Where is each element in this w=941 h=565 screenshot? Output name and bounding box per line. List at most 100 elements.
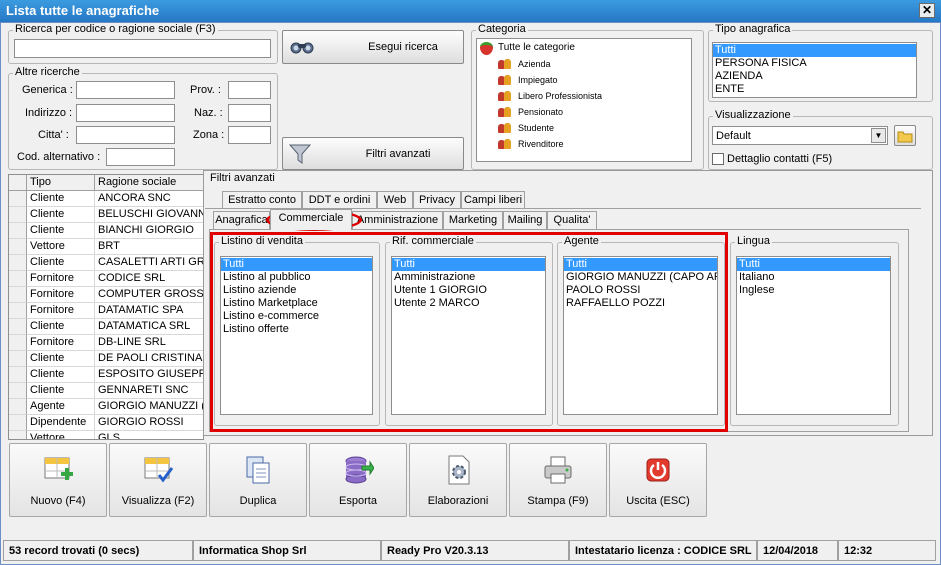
table-cell[interactable]: GLS	[95, 431, 203, 439]
row-indicator[interactable]	[9, 367, 27, 383]
table-cell[interactable]: Agente	[27, 399, 95, 415]
table-cell[interactable]: Cliente	[27, 383, 95, 399]
table-cell[interactable]: BIANCHI GIORGIO	[95, 223, 203, 239]
citta-input[interactable]	[76, 126, 175, 144]
list-item[interactable]: Tutti	[713, 44, 916, 57]
tab-row2[interactable]: Qualita'	[547, 211, 597, 229]
table-cell[interactable]: Fornitore	[27, 335, 95, 351]
tab-row2[interactable]: Amministrazione	[352, 211, 443, 229]
processing-button[interactable]: Elaborazioni	[409, 443, 507, 517]
tree-item[interactable]: Pensionato	[480, 104, 691, 120]
duplicate-button[interactable]: Duplica	[209, 443, 307, 517]
advanced-filters-button[interactable]: Filtri avanzati	[282, 137, 464, 170]
row-indicator[interactable]	[9, 335, 27, 351]
tree-item[interactable]: Rivenditore	[480, 136, 691, 152]
tab-row1[interactable]: DDT e ordini	[302, 191, 377, 209]
table-cell[interactable]: DATAMATICA SRL	[95, 319, 203, 335]
list-item[interactable]: PERSONA FISICA	[713, 57, 916, 70]
row-indicator[interactable]	[9, 303, 27, 319]
table-cell[interactable]: ESPOSITO GIUSEPPE	[95, 367, 203, 383]
table-cell[interactable]: ANCORA SNC	[95, 191, 203, 207]
list-item[interactable]: Italiano	[737, 271, 890, 284]
table-cell[interactable]: DATAMATIC SPA	[95, 303, 203, 319]
tree-item[interactable]: Studente	[480, 120, 691, 136]
print-button[interactable]: Stampa (F9)	[509, 443, 607, 517]
row-indicator[interactable]	[9, 239, 27, 255]
tree-item[interactable]: Azienda	[480, 56, 691, 72]
exit-button[interactable]: Uscita (ESC)	[609, 443, 707, 517]
tab-row2[interactable]: Commerciale	[270, 209, 352, 230]
new-button[interactable]: Nuovo (F4)	[9, 443, 107, 517]
list-item[interactable]: AZIENDA	[713, 70, 916, 83]
tab-row2[interactable]: Anagrafica	[213, 211, 270, 229]
detail-checkbox[interactable]	[712, 153, 724, 165]
table-cell[interactable]: Fornitore	[27, 271, 95, 287]
table-cell[interactable]: Cliente	[27, 223, 95, 239]
tab-row2[interactable]: Marketing	[443, 211, 503, 229]
table-cell[interactable]: Cliente	[27, 319, 95, 335]
table-cell[interactable]: Cliente	[27, 191, 95, 207]
folder-button[interactable]	[894, 125, 916, 146]
indirizzo-input[interactable]	[76, 104, 175, 122]
row-indicator[interactable]	[9, 383, 27, 399]
tree-item[interactable]: Libero Professionista	[480, 88, 691, 104]
row-indicator[interactable]	[9, 191, 27, 207]
table-cell[interactable]: Cliente	[27, 207, 95, 223]
tab-row1[interactable]: Privacy	[413, 191, 461, 209]
table-cell[interactable]: Vettore	[27, 239, 95, 255]
row-indicator[interactable]	[9, 431, 27, 439]
close-icon[interactable]: ✕	[919, 3, 935, 18]
tab-row1[interactable]: Campi liberi	[461, 191, 525, 209]
list-item[interactable]: ENTE	[713, 83, 916, 96]
list-item[interactable]: Inglese	[737, 284, 890, 297]
row-indicator[interactable]	[9, 415, 27, 431]
table-cell[interactable]: BRT	[95, 239, 203, 255]
row-indicator[interactable]	[9, 399, 27, 415]
table-cell[interactable]: Vettore	[27, 431, 95, 439]
row-indicator[interactable]	[9, 223, 27, 239]
table-cell[interactable]: COMPUTER GROSS SP	[95, 287, 203, 303]
execute-search-button[interactable]: Esegui ricerca	[282, 30, 464, 64]
prov-input[interactable]	[228, 81, 271, 99]
chevron-down-icon[interactable]: ▼	[871, 128, 886, 143]
grid-header[interactable]: Ragione sociale	[95, 175, 203, 191]
row-indicator[interactable]	[9, 287, 27, 303]
language-list[interactable]: Tutti Italiano Inglese	[736, 256, 891, 415]
row-indicator[interactable]	[9, 351, 27, 367]
table-cell[interactable]: Cliente	[27, 255, 95, 271]
row-indicator[interactable]	[9, 207, 27, 223]
table-cell[interactable]: Dipendente	[27, 415, 95, 431]
table-cell[interactable]: Fornitore	[27, 287, 95, 303]
table-cell[interactable]: CODICE SRL	[95, 271, 203, 287]
table-cell[interactable]: GENNARETI SNC	[95, 383, 203, 399]
row-indicator[interactable]	[9, 271, 27, 287]
export-button[interactable]: Esporta	[309, 443, 407, 517]
cod-alt-input[interactable]	[106, 148, 175, 166]
table-cell[interactable]: DE PAOLI CRISTINA	[95, 351, 203, 367]
tree-root[interactable]: Tutte le categorie	[480, 40, 691, 56]
list-item[interactable]: Tutti	[737, 258, 890, 271]
row-indicator[interactable]	[9, 319, 27, 335]
table-cell[interactable]: Cliente	[27, 351, 95, 367]
naz-input[interactable]	[228, 104, 271, 122]
tab-row2[interactable]: Mailing	[503, 211, 547, 229]
grid-header[interactable]: Tipo	[27, 175, 95, 191]
view-select[interactable]: Default ▼	[712, 126, 888, 145]
table-cell[interactable]: BELUSCHI GIOVANNI	[95, 207, 203, 223]
tab-row1[interactable]: Web	[377, 191, 413, 209]
records-grid[interactable]: Tipo Ragione sociale Cliente ANCORA SNC Clie…	[8, 174, 204, 440]
view-button[interactable]: Visualizza (F2)	[109, 443, 207, 517]
zona-input[interactable]	[228, 126, 271, 144]
table-cell[interactable]: CASALETTI ARTI GRA	[95, 255, 203, 271]
table-cell[interactable]: Cliente	[27, 367, 95, 383]
search-input[interactable]	[14, 39, 271, 58]
tab-row1[interactable]: Estratto conto	[222, 191, 302, 209]
table-cell[interactable]: GIORGIO ROSSI	[95, 415, 203, 431]
table-cell[interactable]: Fornitore	[27, 303, 95, 319]
table-cell[interactable]: DB-LINE SRL	[95, 335, 203, 351]
table-cell[interactable]: GIORGIO MANUZZI (C	[95, 399, 203, 415]
row-indicator[interactable]	[9, 255, 27, 271]
type-list[interactable]: Tutti PERSONA FISICA AZIENDA ENTE	[712, 42, 917, 98]
tree-item[interactable]: Impiegato	[480, 72, 691, 88]
category-tree[interactable]: Tutte le categorie Azienda Impiegato Liber…	[476, 38, 692, 162]
